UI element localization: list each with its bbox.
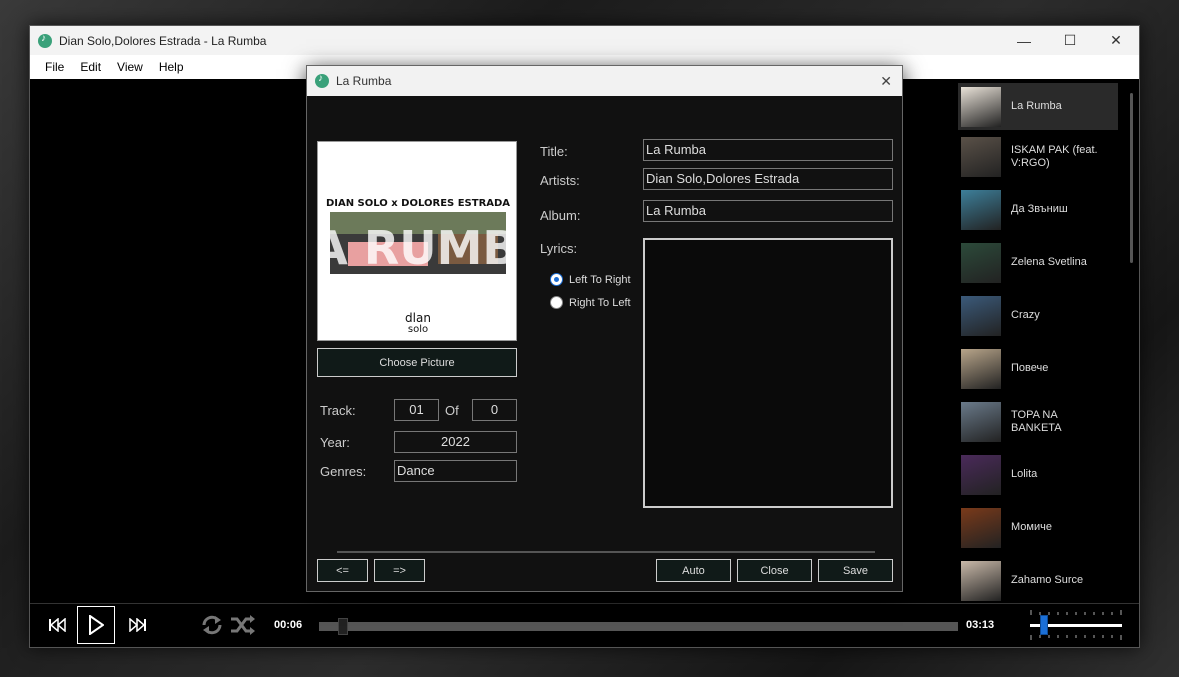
shuffle-icon: [231, 615, 255, 635]
playlist-item-title: Crazy: [1011, 309, 1040, 321]
dialog-body: DIAN SOLO x DOLORES ESTRADA LA RUMBA dla…: [307, 96, 902, 591]
playlist-item-title: Lolita: [1011, 468, 1038, 480]
album-thumbnail: [961, 189, 1001, 230]
lyrics-textarea[interactable]: [643, 238, 893, 508]
next-track-button-dialog[interactable]: =>: [374, 559, 425, 582]
artists-input[interactable]: Dian Solo,Dolores Estrada: [643, 168, 893, 190]
album-label: Album:: [540, 208, 581, 223]
volume-thumb[interactable]: [1040, 615, 1049, 635]
playlist-item[interactable]: Zahamo Surce: [958, 554, 1118, 607]
shuffle-button[interactable]: [224, 606, 262, 644]
app-music-icon: [38, 33, 52, 48]
radio-rtl-dot[interactable]: [550, 296, 563, 309]
seek-thumb[interactable]: [337, 618, 348, 635]
play-button[interactable]: [77, 606, 115, 644]
album-thumbnail: [961, 560, 1001, 601]
dialog-app-icon: [315, 73, 329, 88]
album-thumbnail: [961, 242, 1001, 283]
playlist-item-title: Повече: [1011, 362, 1049, 374]
playlist: La Rumba ISKAM PAK (feat. V:RGO) Да Звъниш…: [958, 83, 1118, 607]
volume-slider[interactable]: [1030, 615, 1122, 635]
window-titlebar: Dian Solo,Dolores Estrada - La Rumba — ☐…: [30, 26, 1139, 55]
track-total-input[interactable]: 0: [472, 399, 517, 421]
playlist-item-title: La Rumba: [1011, 100, 1062, 112]
dialog-title: La Rumba: [336, 74, 392, 88]
menu-view[interactable]: View: [109, 60, 151, 74]
playlist-item[interactable]: La Rumba: [958, 83, 1118, 130]
genres-input[interactable]: Dance: [394, 460, 517, 482]
choose-picture-button[interactable]: Choose Picture: [317, 348, 517, 377]
playlist-item-title: Да Звъниш: [1011, 203, 1068, 215]
repeat-icon: [202, 615, 222, 635]
playlist-item[interactable]: Lolita: [958, 448, 1118, 501]
album-cover: DIAN SOLO x DOLORES ESTRADA LA RUMBA dla…: [317, 141, 517, 341]
playlist-item[interactable]: Да Звъниш: [958, 183, 1118, 236]
album-thumbnail: [961, 86, 1001, 127]
current-time: 00:06: [274, 619, 303, 631]
album-input[interactable]: La Rumba: [643, 200, 893, 222]
menu-file[interactable]: File: [37, 60, 72, 74]
dialog-titlebar: La Rumba ✕: [307, 66, 902, 96]
album-thumbnail: [961, 454, 1001, 495]
maximize-button[interactable]: ☐: [1047, 26, 1093, 55]
album-thumbnail: [961, 136, 1001, 177]
title-input[interactable]: La Rumba: [643, 139, 893, 161]
dialog-close-icon[interactable]: ✕: [880, 73, 892, 90]
playlist-item-title: Момиче: [1011, 521, 1052, 533]
album-thumbnail: [961, 295, 1001, 336]
album-art: DIAN SOLO x DOLORES ESTRADA LA RUMBA dla…: [318, 142, 517, 340]
artists-label: Artists:: [540, 173, 580, 188]
radio-ltr-label: Left To Right: [569, 273, 631, 286]
playlist-item-title: ISKAM PAK (feat. V:RGO): [1011, 143, 1098, 169]
album-thumbnail: [961, 401, 1001, 442]
prev-track-button[interactable]: <=: [317, 559, 368, 582]
album-thumbnail: [961, 507, 1001, 548]
radio-rtl-label: Right To Left: [569, 296, 631, 309]
lyrics-label: Lyrics:: [540, 241, 578, 256]
playlist-item-title: Zelena Svetlina: [1011, 256, 1087, 268]
dialog-separator: [337, 551, 875, 553]
seek-bar[interactable]: [319, 618, 958, 635]
menu-edit[interactable]: Edit: [72, 60, 109, 74]
album-thumbnail: [961, 348, 1001, 389]
cover-big-text: LA RUMBA: [318, 221, 517, 275]
window-title: Dian Solo,Dolores Estrada - La Rumba: [59, 33, 267, 48]
title-label: Title:: [540, 144, 568, 159]
minimize-button[interactable]: —: [1001, 26, 1047, 55]
cover-logo-bottom: solo: [408, 324, 428, 335]
playlist-item-title: TOPA NA BANKETA: [1011, 408, 1062, 434]
cover-top-text: DIAN SOLO x DOLORES ESTRADA: [326, 198, 510, 209]
save-button[interactable]: Save: [818, 559, 893, 582]
playlist-item[interactable]: Повече: [958, 342, 1118, 395]
genres-label: Genres:: [320, 464, 367, 479]
playlist-scrollbar[interactable]: [1130, 93, 1133, 263]
skip-back-icon: [49, 618, 66, 632]
tag-editor-dialog: La Rumba ✕ DIAN SOLO x DOLORES ESTRADA L…: [306, 65, 903, 592]
total-time: 03:13: [966, 619, 995, 631]
play-icon: [89, 615, 104, 635]
radio-right-to-left[interactable]: Right To Left: [550, 296, 631, 309]
playlist-item[interactable]: Момиче: [958, 501, 1118, 554]
close-button[interactable]: Close: [737, 559, 812, 582]
auto-button[interactable]: Auto: [656, 559, 731, 582]
of-label: Of: [445, 403, 459, 418]
close-window-button[interactable]: ✕: [1093, 26, 1139, 55]
playlist-item[interactable]: TOPA NA BANKETA: [958, 395, 1118, 448]
year-label: Year:: [320, 435, 350, 450]
track-input[interactable]: 01: [394, 399, 439, 421]
year-input[interactable]: 2022: [394, 431, 517, 453]
playlist-item[interactable]: ISKAM PAK (feat. V:RGO): [958, 130, 1118, 183]
playlist-item[interactable]: Zelena Svetlina: [958, 236, 1118, 289]
previous-track-button[interactable]: [38, 606, 76, 644]
menu-help[interactable]: Help: [151, 60, 192, 74]
track-label: Track:: [320, 403, 356, 418]
radio-left-to-right[interactable]: Left To Right: [550, 273, 631, 286]
next-track-button[interactable]: [119, 606, 157, 644]
playlist-item-title: Zahamo Surce: [1011, 574, 1084, 586]
player-bar: 00:06 03:13: [30, 603, 1139, 647]
skip-forward-icon: [129, 618, 146, 632]
radio-ltr-dot[interactable]: [550, 273, 563, 286]
playlist-item[interactable]: Crazy: [958, 289, 1118, 342]
cover-logo-top: dlan: [405, 311, 431, 325]
